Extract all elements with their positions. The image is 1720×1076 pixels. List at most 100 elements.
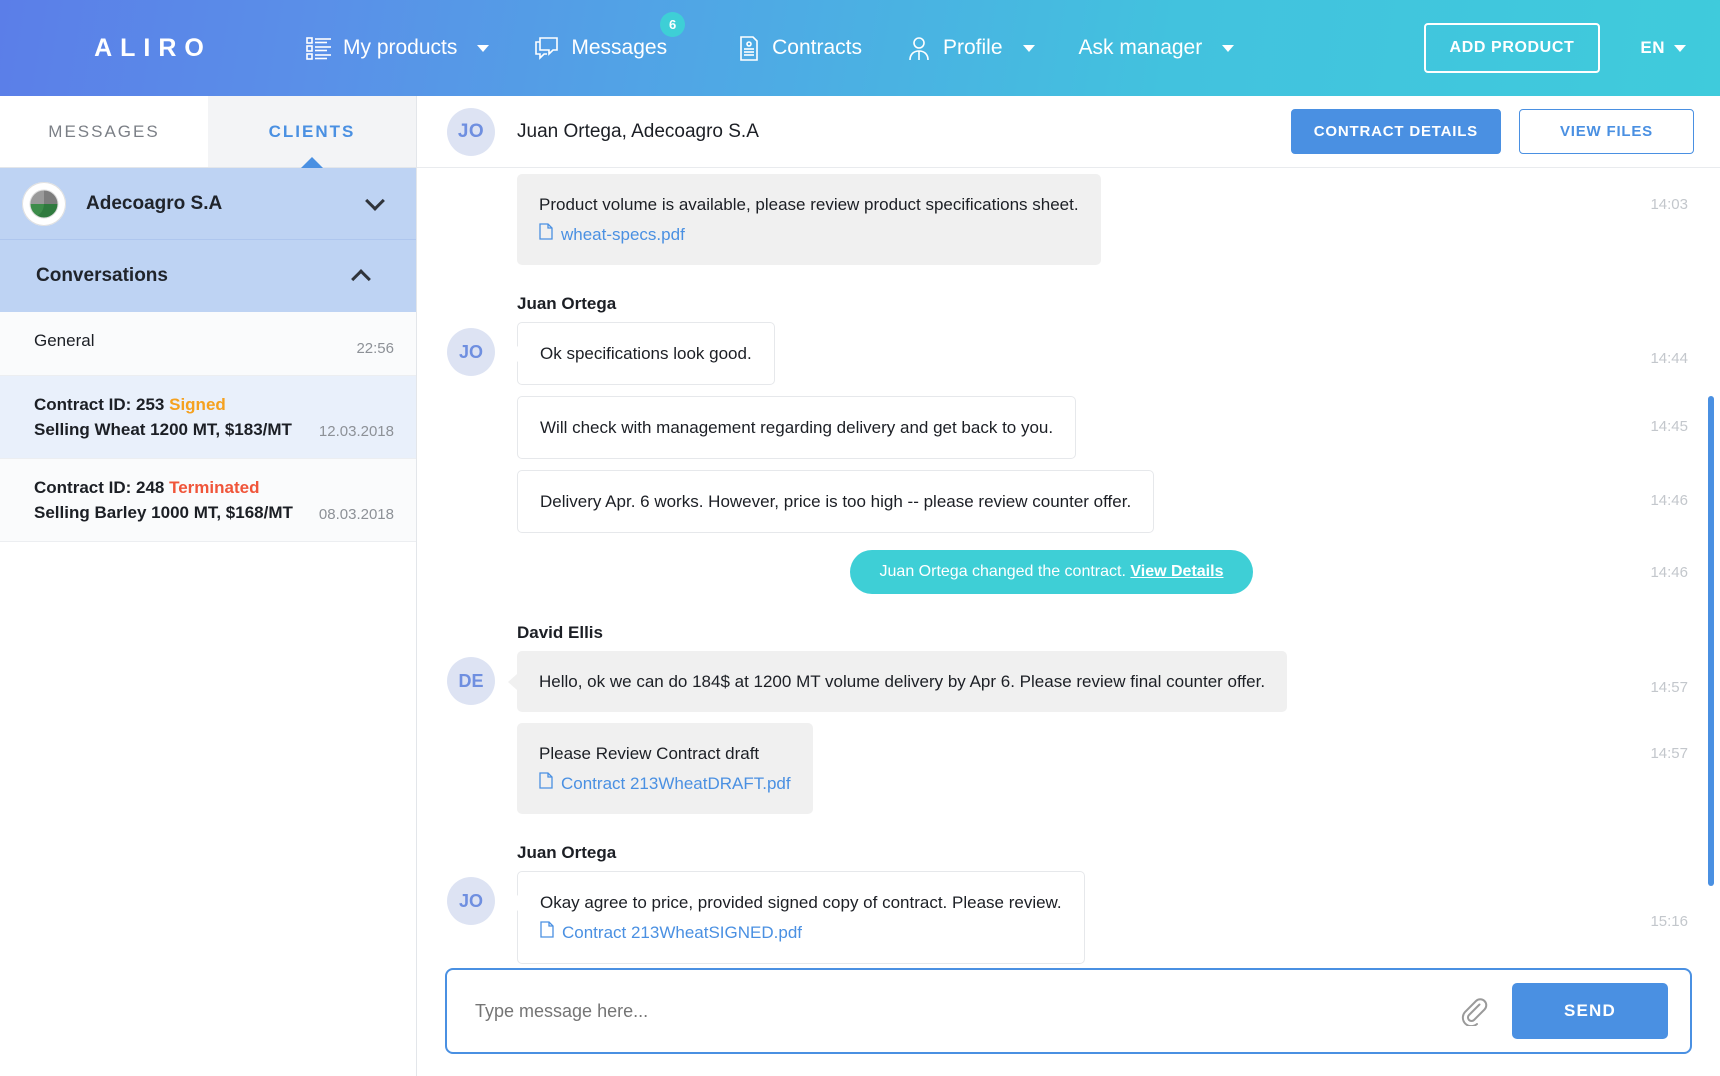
page-title: Juan Ortega, Adecoagro S.A xyxy=(517,121,1291,143)
attachment-name: Contract 213WheatDRAFT.pdf xyxy=(561,771,791,796)
message-bubble[interactable]: Product volume is available, please revi… xyxy=(517,174,1101,265)
message-column: David Ellis Hello, ok we can do 184$ at … xyxy=(517,623,1586,723)
attachment-name: wheat-specs.pdf xyxy=(561,222,685,247)
chevron-down-icon xyxy=(1674,45,1686,52)
view-details-link[interactable]: View Details xyxy=(1130,563,1223,580)
nav-item-my-products[interactable]: My products xyxy=(306,0,489,96)
brand-logo[interactable]: ALIRO xyxy=(0,34,306,63)
language-label: EN xyxy=(1640,38,1665,58)
message-sender: David Ellis xyxy=(517,623,1586,643)
nav-item-contracts[interactable]: Contracts xyxy=(737,0,862,96)
top-navigation-bar: ALIRO My products Messages xyxy=(0,0,1720,96)
message-sender: Juan Ortega xyxy=(517,294,1586,314)
nav-item-label: Messages xyxy=(571,36,667,60)
avatar: JO xyxy=(447,328,495,376)
message-row: DE David Ellis Hello, ok we can do 184$ … xyxy=(417,623,1720,723)
conversation-time: 22:56 xyxy=(356,340,394,359)
conversations-header[interactable]: Conversations xyxy=(0,240,416,312)
chevron-up-icon[interactable] xyxy=(351,269,371,289)
message-column: Delivery Apr. 6 works. However, price is… xyxy=(517,470,1586,544)
conversation-contract-id: Contract ID: 248 xyxy=(34,478,164,497)
nav-items: My products Messages 6 xyxy=(306,0,1424,96)
send-button[interactable]: SEND xyxy=(1512,983,1668,1039)
message-timestamp: 14:03 xyxy=(1586,174,1696,276)
language-selector[interactable]: EN xyxy=(1640,38,1686,58)
chevron-down-icon xyxy=(1023,45,1035,52)
chevron-down-icon xyxy=(477,45,489,52)
file-icon xyxy=(539,222,553,247)
message-timestamp: 14:57 xyxy=(1586,623,1696,723)
message-column: Juan Ortega Ok specifications look good. xyxy=(517,294,1586,396)
list-icon xyxy=(306,35,332,61)
conversation-item-contract-248[interactable]: Contract ID: 248 Terminated Selling Barl… xyxy=(0,459,416,542)
message-timestamp: 14:46 xyxy=(1586,470,1696,544)
message-row: JO Juan Ortega Ok specifications look go… xyxy=(417,294,1720,396)
nav-item-ask-manager[interactable]: Ask manager xyxy=(1079,0,1235,96)
conversation-item-contract-253[interactable]: Contract ID: 253 Signed Selling Wheat 12… xyxy=(0,376,416,459)
message-text: Will check with management regarding del… xyxy=(540,415,1053,440)
chevron-down-icon xyxy=(1222,45,1234,52)
conversation-title: Contract ID: 253 Signed xyxy=(34,392,319,417)
message-column: Juan Ortega changed the contract. View D… xyxy=(517,544,1586,605)
conversation-text: Contract ID: 253 Signed Selling Wheat 12… xyxy=(34,392,319,442)
message-bubble[interactable]: Okay agree to price, provided signed cop… xyxy=(517,871,1085,964)
attachment-link[interactable]: Contract 213WheatSIGNED.pdf xyxy=(540,920,1062,945)
chevron-down-icon[interactable] xyxy=(365,191,385,211)
conversation-time: 12.03.2018 xyxy=(319,423,394,442)
person-icon xyxy=(906,35,932,61)
paperclip-icon[interactable] xyxy=(1458,996,1488,1026)
message-bubble[interactable]: Will check with management regarding del… xyxy=(517,396,1076,459)
client-name: Adecoagro S.A xyxy=(86,193,368,215)
attachment-name: Contract 213WheatSIGNED.pdf xyxy=(562,920,802,945)
conversation-time: 08.03.2018 xyxy=(319,506,394,525)
avatar: DE xyxy=(447,657,495,705)
message-timestamp: 15:16 xyxy=(1586,843,1696,968)
nav-item-label: Profile xyxy=(943,36,1003,60)
client-row-adecoagro[interactable]: Adecoagro S.A xyxy=(0,168,416,240)
message-list-scrollbar[interactable] xyxy=(1708,396,1714,886)
sidebar: MESSAGES CLIENTS xyxy=(0,96,417,1076)
message-timestamp: 14:45 xyxy=(1586,396,1696,470)
client-logo xyxy=(22,182,66,226)
chat-bubble-icon xyxy=(533,35,560,61)
attachment-link[interactable]: Contract 213WheatDRAFT.pdf xyxy=(539,771,791,796)
contract-details-button[interactable]: CONTRACT DETAILS xyxy=(1291,109,1501,154)
message-bubble[interactable]: Ok specifications look good. xyxy=(517,322,775,385)
conversation-text: Contract ID: 248 Terminated Selling Barl… xyxy=(34,475,319,525)
message-list[interactable]: Product volume is available, please revi… xyxy=(417,168,1720,968)
conversation-item-general[interactable]: General 22:56 xyxy=(0,312,416,376)
conversations-label: Conversations xyxy=(36,265,354,287)
message-bubble[interactable]: Please Review Contract draft Contract 21… xyxy=(517,723,813,814)
nav-item-messages[interactable]: Messages 6 xyxy=(533,0,667,96)
contract-changed-notice[interactable]: Juan Ortega changed the contract. View D… xyxy=(850,550,1254,594)
nav-item-profile[interactable]: Profile xyxy=(906,0,1035,96)
attachment-link[interactable]: wheat-specs.pdf xyxy=(539,222,1079,247)
conversation-subtitle: Selling Wheat 1200 MT, $183/MT xyxy=(34,417,319,442)
add-product-button[interactable]: ADD PRODUCT xyxy=(1424,23,1601,73)
message-bubble[interactable]: Hello, ok we can do 184$ at 1200 MT volu… xyxy=(517,651,1287,712)
view-files-button[interactable]: VIEW FILES xyxy=(1519,109,1694,154)
file-icon xyxy=(539,771,553,796)
composer-box[interactable]: SEND xyxy=(445,968,1692,1054)
tab-clients[interactable]: CLIENTS xyxy=(208,96,416,167)
message-column: Product volume is available, please revi… xyxy=(517,174,1586,276)
message-bubble[interactable]: Delivery Apr. 6 works. However, price is… xyxy=(517,470,1154,533)
conversation-title: Contract ID: 248 Terminated xyxy=(34,475,319,500)
message-row: Delivery Apr. 6 works. However, price is… xyxy=(417,470,1720,544)
avatar-gutter xyxy=(447,174,495,276)
message-row: Will check with management regarding del… xyxy=(417,396,1720,470)
messages-badge: 6 xyxy=(660,12,685,37)
tab-messages[interactable]: MESSAGES xyxy=(0,96,208,167)
document-icon xyxy=(737,35,761,62)
avatar-gutter: JO xyxy=(447,843,495,968)
message-timestamp: 14:46 xyxy=(1586,544,1696,605)
avatar: JO xyxy=(447,877,495,925)
message-row: Product volume is available, please revi… xyxy=(417,174,1720,276)
message-column: Will check with management regarding del… xyxy=(517,396,1586,470)
message-input[interactable] xyxy=(475,1001,1458,1022)
conversation-subtitle: Selling Barley 1000 MT, $168/MT xyxy=(34,500,319,525)
message-sender: Juan Ortega xyxy=(517,843,1586,863)
avatar-gutter xyxy=(447,470,495,544)
conversation-contract-id: Contract ID: 253 xyxy=(34,395,164,414)
avatar-gutter xyxy=(447,723,495,825)
